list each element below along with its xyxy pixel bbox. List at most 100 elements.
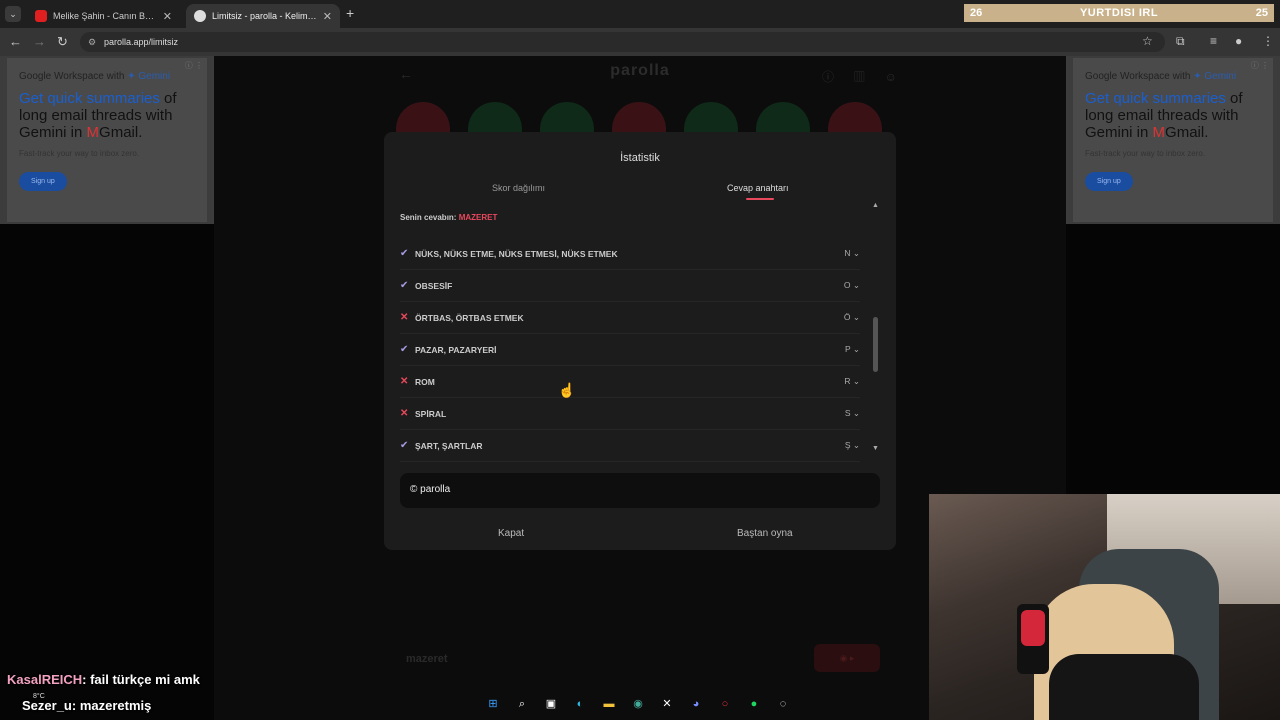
copyright-box: © parolla <box>400 473 880 508</box>
chevron-down-icon[interactable]: ⌄ <box>851 312 860 322</box>
overlay-title: YURTDISI IRL <box>1079 7 1159 19</box>
answer-row[interactable]: ✕ SPİRAL S ⌄ <box>400 398 860 430</box>
gemini-icon: ✦ <box>127 71 136 82</box>
folder-icon[interactable]: ▬ <box>600 695 618 713</box>
ad-header: Google Workspace with ✦ Gemini <box>19 71 171 82</box>
tab-answer-key[interactable]: Cevap anahtarı <box>727 183 789 200</box>
windows-icon[interactable]: ⊞ <box>484 695 502 713</box>
spotify-icon[interactable]: ● <box>745 695 763 713</box>
answer-text: PAZAR, PAZARYERİ <box>415 344 497 355</box>
media-icon[interactable]: ≡ <box>1210 34 1217 48</box>
url-bar[interactable]: ⚙ parolla.app/limitsiz <box>80 32 1165 52</box>
answer-row[interactable]: ✕ ROM R ⌄ <box>400 366 860 398</box>
scroll-up-icon[interactable]: ▲ <box>872 202 879 209</box>
answer-input[interactable]: mazeret <box>394 646 884 676</box>
app-icon[interactable]: ◌ <box>774 695 792 713</box>
ad-info-icon[interactable]: ⓘ ⋮ <box>185 60 203 71</box>
ad-banner[interactable]: ⓘ ⋮ Google Workspace with ✦ Gemini Get q… <box>1073 58 1273 222</box>
microphone-light <box>1021 610 1045 646</box>
discord-icon[interactable]: ◕ <box>687 695 705 713</box>
gmail-icon: M <box>86 124 100 141</box>
scroll-thumb[interactable] <box>873 317 878 372</box>
chevron-down-icon[interactable]: ⌄ <box>851 376 860 386</box>
chevron-down-icon[interactable]: ⌄ <box>851 440 860 450</box>
browser-tab-music[interactable]: Melike Şahin - Canın Beni Çekti ✕ <box>27 4 180 28</box>
ad-banner[interactable]: ⓘ ⋮ Google Workspace with ✦ Gemini Get q… <box>7 58 207 222</box>
streamer-shirt <box>1049 654 1199 720</box>
x-icon[interactable]: ✕ <box>658 695 676 713</box>
scroll-down-icon[interactable]: ▼ <box>872 445 879 452</box>
new-tab-button[interactable]: + <box>346 5 354 21</box>
chevron-down-icon[interactable]: ⌄ <box>851 408 860 418</box>
tab-score-distribution[interactable]: Skor dağılımı <box>492 183 545 193</box>
bookmark-star-icon[interactable]: ☆ <box>1142 34 1153 48</box>
answer-text: NÜKS, NÜKS ETME, NÜKS ETMESİ, NÜKS ETMEK <box>415 248 618 259</box>
gmail-icon: M <box>1152 124 1166 141</box>
tab-title: Melike Şahin - Canın Beni Çekti <box>53 11 157 21</box>
close-button[interactable]: Kapat <box>498 528 524 539</box>
menu-icon[interactable]: ⋮ <box>1262 34 1274 48</box>
chevron-down-icon[interactable]: ⌄ <box>851 280 860 290</box>
chat-username: KasalREICH <box>7 672 83 687</box>
edge-icon[interactable]: ◐ <box>571 695 589 713</box>
check-icon: ✔ <box>400 280 409 291</box>
ad-info-icon[interactable]: ⓘ ⋮ <box>1251 60 1269 71</box>
taskbar: ⊞ ⌕ ▣ ◐ ▬ ◉ ✕ ◕ ○ ● ◌ <box>480 692 800 716</box>
chat-message: KasalREICH: fail türkçe mi amk <box>7 672 200 687</box>
answer-letter[interactable]: N ⌄ <box>844 248 860 259</box>
globe-icon <box>194 10 206 22</box>
chrome-icon[interactable]: ◉ <box>629 695 647 713</box>
site-info-icon[interactable]: ⚙ <box>88 32 96 52</box>
answer-list-scrollbar[interactable]: ▲ ▼ <box>872 202 880 452</box>
ad-signup-button[interactable]: Sign up <box>1085 172 1133 191</box>
header-icons[interactable]: ⓘ ▥ ☺ <box>822 68 905 85</box>
ad-subtitle: Fast-track your way to inbox zero. <box>19 149 140 158</box>
answer-text: SPİRAL <box>415 408 447 419</box>
answer-row[interactable]: ✔ NÜKS, NÜKS ETME, NÜKS ETMESİ, NÜKS ETME… <box>400 238 860 270</box>
overlay-left-number: 26 <box>970 7 983 19</box>
browser-tab-parolla[interactable]: Limitsiz - parolla - Kelime oyunu ✕ <box>186 4 340 28</box>
answer-row[interactable]: ✔ ŞART, ŞARTLAR Ş ⌄ <box>400 430 860 462</box>
answer-letter[interactable]: Ö ⌄ <box>844 312 860 323</box>
play-again-button[interactable]: Baştan oyna <box>737 528 793 539</box>
close-icon[interactable]: ✕ <box>163 10 172 23</box>
answer-text: ÖRTBAS, ÖRTBAS ETMEK <box>415 312 524 323</box>
ad-signup-button[interactable]: Sign up <box>19 172 67 191</box>
answer-row[interactable]: ✕ ÖRTBAS, ÖRTBAS ETMEK Ö ⌄ <box>400 302 860 334</box>
answer-letter[interactable]: Ş ⌄ <box>845 440 860 451</box>
answer-row[interactable]: ✔ PAZAR, PAZARYERİ P ⌄ <box>400 334 860 366</box>
address-toolbar: ← → ↻ ⚙ parolla.app/limitsiz ☆ ⧉ ≡ ● ⋮ <box>0 28 1280 56</box>
answer-letter[interactable]: S ⌄ <box>845 408 860 419</box>
answer-text: ROM <box>415 376 435 387</box>
webcam-feed <box>929 494 1280 720</box>
ad-title: Get quick summaries of long email thread… <box>19 90 177 141</box>
close-icon[interactable]: ✕ <box>323 10 332 23</box>
check-icon: ✔ <box>400 248 409 259</box>
answer-letter[interactable]: R ⌄ <box>844 376 860 387</box>
opera-icon[interactable]: ○ <box>716 695 734 713</box>
chevron-down-icon[interactable]: ⌄ <box>851 248 860 258</box>
cross-icon: ✕ <box>400 312 409 323</box>
cross-icon: ✕ <box>400 408 409 419</box>
back-icon[interactable]: ← <box>9 34 22 49</box>
extensions-icon[interactable]: ⧉ <box>1176 34 1185 49</box>
answer-letter[interactable]: P ⌄ <box>845 344 860 355</box>
search-icon[interactable]: ⌕ <box>513 695 531 713</box>
reload-icon[interactable]: ↻ <box>57 34 68 50</box>
task-view-icon[interactable]: ▣ <box>542 695 560 713</box>
ad-subtitle: Fast-track your way to inbox zero. <box>1085 149 1206 158</box>
modal-title: İstatistik <box>620 152 660 164</box>
answer-row[interactable]: ✔ OBSESİF O ⌄ <box>400 270 860 302</box>
answer-letter[interactable]: O ⌄ <box>844 280 860 291</box>
chevron-down-icon[interactable]: ⌄ <box>851 344 860 354</box>
chat-text: : fail türkçe mi amk <box>82 672 200 687</box>
profile-icon[interactable]: ● <box>1235 34 1242 48</box>
active-tab-underline <box>746 198 774 200</box>
stream-overlay-bar: 26 YURTDISI IRL 25 <box>964 4 1274 22</box>
check-icon: ✔ <box>400 440 409 451</box>
submit-button[interactable]: ◉ ▸ <box>814 644 880 672</box>
url-text: parolla.app/limitsiz <box>104 37 179 47</box>
forward-icon[interactable]: → <box>33 34 46 49</box>
answer-list: ✔ NÜKS, NÜKS ETME, NÜKS ETMESİ, NÜKS ETME… <box>400 238 860 462</box>
tab-search-button[interactable]: ⌄ <box>5 6 21 22</box>
